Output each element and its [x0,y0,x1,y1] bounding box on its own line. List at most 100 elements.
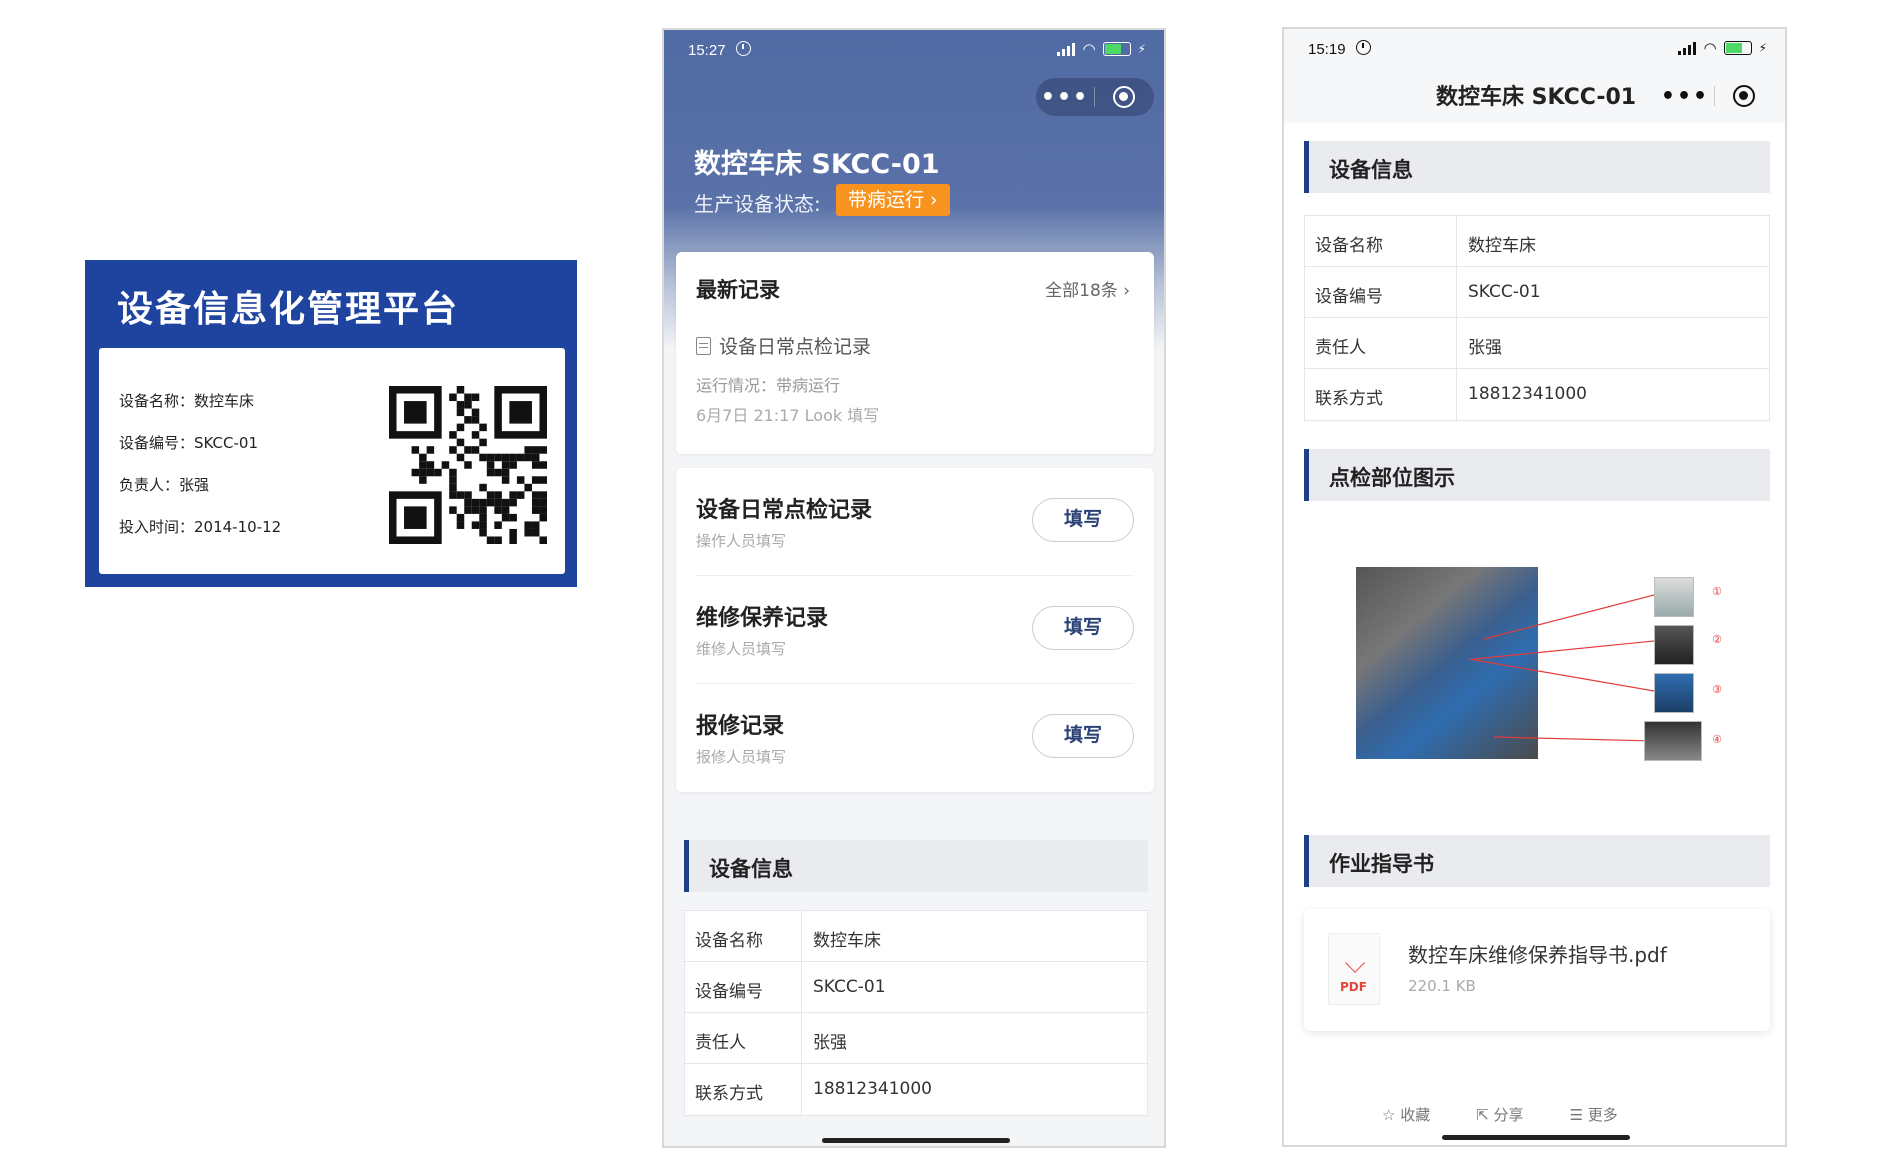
form-title: 设备日常点检记录 [696,498,873,523]
table-row: 责任人 张强 [685,1013,1147,1064]
table-value: SKCC-01 [1468,282,1541,302]
qr-code[interactable] [389,386,547,544]
bottom-action-bar: ☆ 收藏 ⇱ 分享 ☰ 更多 [1382,1104,1618,1125]
latest-record-title: 最新记录 [696,278,780,302]
table-row: 设备名称 数控车床 [685,911,1147,962]
table-key: 设备名称 [685,911,802,961]
more-button[interactable]: ☰ 更多 [1570,1104,1618,1125]
form-row-maintenance: 维修保养记录 维修人员填写 填写 [676,576,1154,684]
signal-icon [1678,41,1697,55]
fill-repair-request-button[interactable]: 填写 [1032,714,1134,758]
status-label: 生产设备状态: [694,192,821,216]
record-status: 运行情况：带病运行 [696,376,841,395]
phone-screen-equipment-home: 15:27 ◠ ⚡ ••• 数控车床 SKCC-01 生产设备状态: 带病运行 … [662,28,1166,1148]
form-subtitle: 操作人员填写 [696,532,787,550]
label-title: 设备信息化管理平台 [117,289,460,330]
section-title: 设备信息 [1329,158,1413,182]
label-start-date: 投入时间：2014-10-12 [119,518,282,536]
table-value: 18812341000 [1468,384,1587,404]
label-owner: 负责人：张强 [119,476,210,494]
table-row: 联系方式 18812341000 [1305,369,1769,420]
page-title: 数控车床 SKCC-01 [1436,85,1637,110]
label-equipment-code: 设备编号：SKCC-01 [119,434,258,452]
table-row: 设备名称 数控车床 [1305,216,1769,267]
alarm-icon [736,41,751,56]
table-row: 设备编号 SKCC-01 [685,962,1147,1013]
phone-screen-equipment-detail: 15:19 ◠ ⚡ 数控车床 SKCC-01 ••• 设备信息 设备名称 数控车床… [1282,27,1787,1147]
form-row-daily-inspection: 设备日常点检记录 操作人员填写 填写 [676,468,1154,576]
status-badge[interactable]: 带病运行 › [836,184,950,216]
document-icon [696,337,711,355]
inspection-point-thumbnail[interactable] [1654,625,1694,665]
section-header-inspection-diagram: 点检部位图示 [1304,449,1770,501]
status-time: 15:19 [1308,41,1346,58]
charging-icon: ⚡ [1137,42,1146,56]
record-forms-card: 设备日常点检记录 操作人员填写 填写 维修保养记录 维修人员填写 填写 报修记录… [676,468,1154,792]
section-title: 点检部位图示 [1329,466,1455,490]
home-indicator[interactable] [822,1138,1010,1143]
signal-icon [1057,42,1076,56]
marker-label: ④ [1712,733,1722,746]
table-value: 张强 [813,1033,847,1053]
inspection-point-thumbnail[interactable] [1644,721,1702,761]
battery-icon [1102,42,1131,56]
form-title: 报修记录 [696,714,785,739]
marker-label: ① [1712,585,1722,598]
table-key: 责任人 [685,1013,802,1063]
pdf-file-name: 数控车床维修保养指导书.pdf [1408,943,1667,967]
more-menu-icon[interactable]: ••• [1036,85,1094,110]
pdf-attachment[interactable]: PDF 数控车床维修保养指导书.pdf 220.1 KB [1304,909,1770,1031]
inspection-point-thumbnail[interactable] [1654,577,1694,617]
form-subtitle: 报修人员填写 [696,748,787,766]
machine-photo[interactable] [1356,567,1538,759]
close-miniapp-icon[interactable] [1113,86,1135,108]
inspection-point-thumbnail[interactable] [1654,673,1694,713]
charging-icon: ⚡ [1758,41,1767,55]
table-row: 责任人 张强 [1305,318,1769,369]
record-item-title: 设备日常点检记录 [719,336,872,358]
fill-maintenance-button[interactable]: 填写 [1032,606,1134,650]
label-equipment-name: 设备名称：数控车床 [119,392,255,410]
table-key: 联系方式 [685,1064,802,1115]
battery-icon [1723,41,1752,55]
record-item[interactable]: 设备日常点检记录 [696,332,871,359]
equipment-info-table: 设备名称 数控车床 设备编号 SKCC-01 责任人 张强 联系方式 188123410… [1304,215,1770,421]
equipment-info-table: 设备名称 数控车床 设备编号 SKCC-01 责任人 张强 联系方式 188123410… [684,910,1148,1116]
equipment-label-card: 设备信息化管理平台 设备名称：数控车床 设备编号：SKCC-01 负责人：张强 … [85,260,577,587]
favorite-button[interactable]: ☆ 收藏 [1382,1104,1430,1125]
miniapp-capsule: ••• [1036,78,1154,116]
share-button[interactable]: ⇱ 分享 [1476,1104,1523,1125]
label-body: 设备名称：数控车床 设备编号：SKCC-01 负责人：张强 投入时间：2014-… [99,348,565,574]
table-key: 联系方式 [1305,369,1457,420]
table-key: 设备编号 [1305,267,1457,317]
table-row: 联系方式 18812341000 [685,1064,1147,1115]
table-value: 18812341000 [813,1079,932,1099]
miniapp-capsule: ••• [1656,77,1774,115]
more-menu-icon[interactable]: ••• [1656,84,1714,109]
status-bar: 15:27 ◠ ⚡ [664,30,1164,70]
section-header-equipment-info: 设备信息 [684,840,1148,892]
all-records-link[interactable]: 全部18条 › [1045,276,1130,301]
close-miniapp-icon[interactable] [1733,85,1755,107]
pdf-file-icon: PDF [1328,933,1380,1005]
home-indicator[interactable] [1442,1135,1630,1140]
status-time: 15:27 [688,42,726,59]
alarm-icon [1356,40,1371,55]
marker-label: ③ [1712,683,1722,696]
wifi-icon: ◠ [1082,40,1096,58]
table-key: 责任人 [1305,318,1457,368]
wifi-icon: ◠ [1703,39,1717,57]
fill-daily-inspection-button[interactable]: 填写 [1032,498,1134,542]
table-value: 数控车床 [1468,236,1536,256]
record-meta: 6月7日 21:17 Look 填写 [696,406,880,425]
table-value: SKCC-01 [813,977,886,997]
table-key: 设备编号 [685,962,802,1012]
pdf-file-size: 220.1 KB [1408,977,1476,995]
form-title: 维修保养记录 [696,606,829,631]
nav-bar: 15:19 ◠ ⚡ 数控车床 SKCC-01 ••• [1284,29,1785,123]
section-title: 作业指导书 [1329,852,1434,876]
section-header-equipment-info: 设备信息 [1304,141,1770,193]
marker-label: ② [1712,633,1722,646]
latest-record-card: 最新记录 全部18条 › 设备日常点检记录 运行情况：带病运行 6月7日 21:… [676,252,1154,454]
section-title: 设备信息 [709,857,793,881]
